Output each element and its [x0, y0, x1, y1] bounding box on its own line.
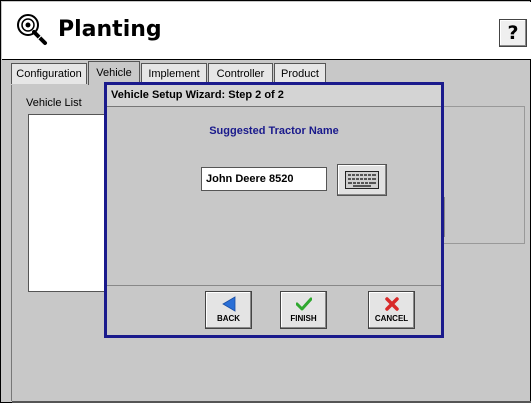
vehicle-list-label: Vehicle List	[26, 97, 82, 109]
x-mark-icon	[384, 297, 399, 311]
back-button-label: BACK	[216, 314, 241, 323]
vehicle-setup-wizard-dialog: Vehicle Setup Wizard: Step 2 of 2 Sugges…	[104, 82, 444, 338]
title-bar: Planting ?	[2, 2, 531, 60]
cancel-button-label: CANCEL	[374, 314, 409, 323]
finish-button-label: FINISH	[290, 314, 317, 323]
checkmark-icon	[295, 297, 312, 311]
tractor-name-input[interactable]	[201, 167, 327, 191]
tab-controller[interactable]: Controller	[208, 63, 273, 84]
tab-configuration[interactable]: Configuration	[11, 63, 87, 84]
dialog-subtitle: Suggested Tractor Name	[209, 125, 339, 137]
back-button[interactable]: BACK	[205, 291, 252, 329]
tab-product[interactable]: Product	[274, 63, 326, 84]
planting-seed-icon	[17, 14, 47, 45]
help-button[interactable]: ?	[499, 19, 527, 47]
page-title: Planting	[58, 17, 162, 42]
vehicle-details-panel	[440, 106, 525, 244]
finish-button[interactable]: FINISH	[280, 291, 327, 329]
tab-implement[interactable]: Implement	[141, 63, 207, 84]
dialog-title: Vehicle Setup Wizard: Step 2 of 2	[107, 85, 441, 107]
arrow-left-icon	[221, 296, 235, 312]
dialog-separator	[107, 285, 441, 286]
cancel-button[interactable]: CANCEL	[368, 291, 415, 329]
keyboard-button[interactable]	[337, 164, 387, 196]
keyboard-icon	[345, 171, 379, 189]
app-window: Planting ? Configuration Vehicle Impleme…	[0, 0, 531, 403]
